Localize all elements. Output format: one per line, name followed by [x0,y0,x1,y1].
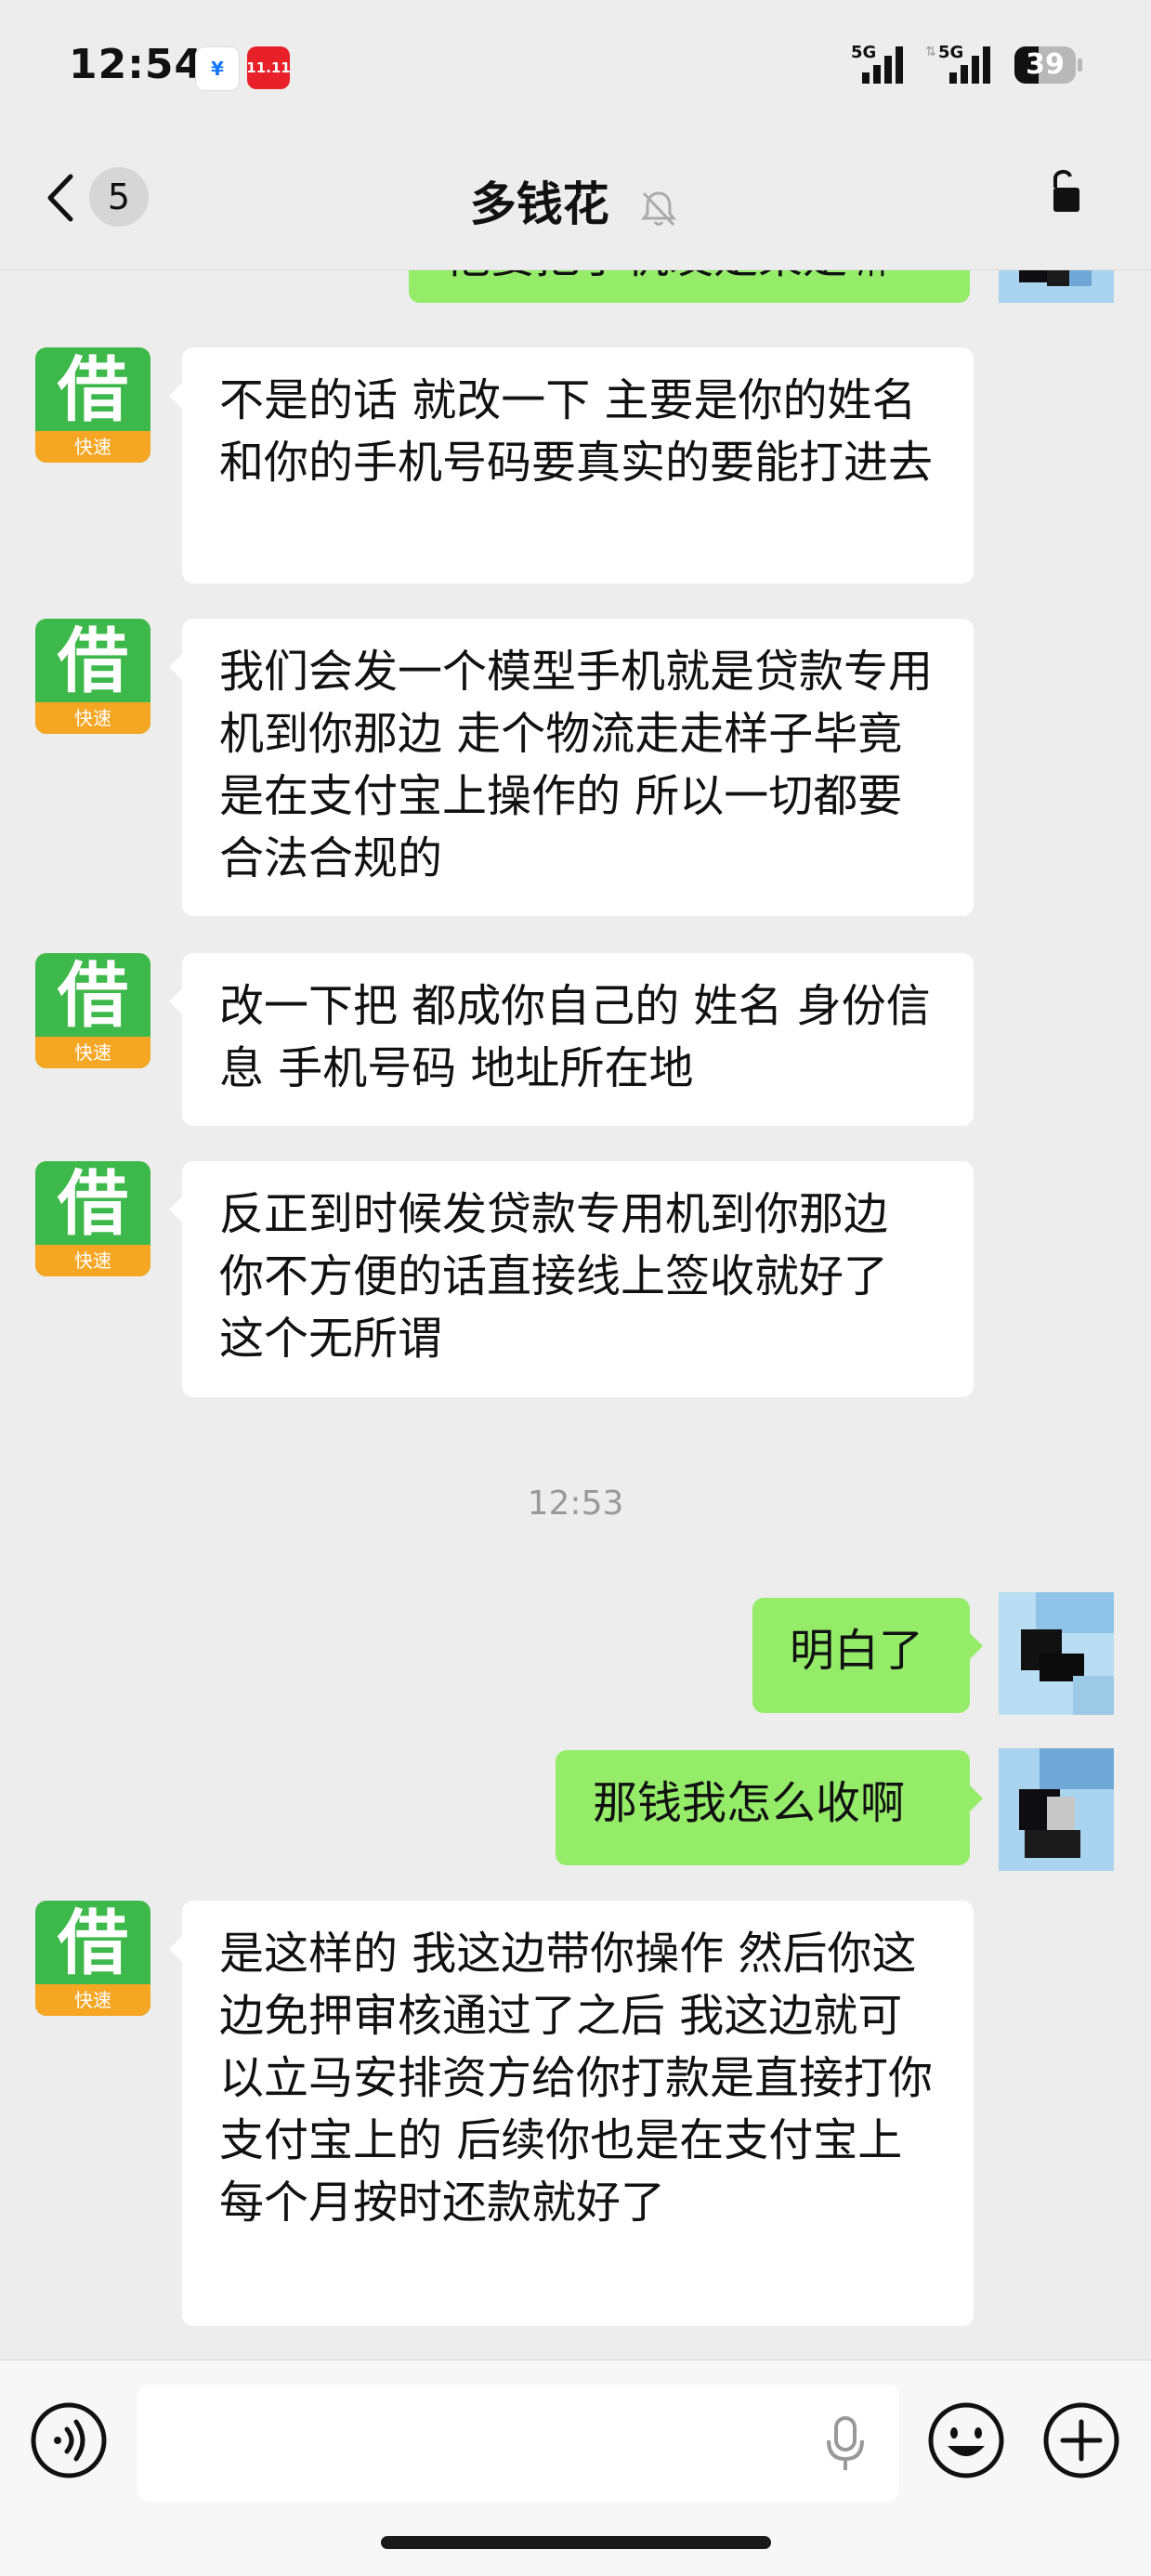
contact-avatar[interactable]: 借 快速 [35,347,150,463]
emoji-icon [928,2402,1004,2478]
contact-avatar[interactable]: 借 快速 [35,1901,150,2016]
alipay-notification-icon: ¥ [195,46,240,91]
message-bubble-outgoing[interactable]: 那钱我怎么收啊 [556,1750,983,1865]
message-bubble-incoming[interactable]: 反正到时候发贷款专用机到你那边 你不方便的话直接线上签收就好了 这个无所谓 [169,1161,974,1397]
contact-avatar[interactable]: 借 快速 [35,1161,150,1276]
bell-slash-icon [641,190,677,226]
contact-avatar[interactable]: 借 快速 [35,953,150,1068]
chat-title: 多钱花 [469,177,609,231]
my-avatar[interactable] [999,1748,1114,1871]
message-bubble-incoming[interactable]: 我们会发一个模型手机就是贷款专用机到你那边 走个物流走走样子毕竟是在支付宝上操作… [169,619,974,916]
signal-icon: ⇅ 5G [925,43,996,85]
message-list[interactable]: 他要把手机发是某是嘛 借 快速 不是的话 就改一下 主要是你的姓名 和你的手机号… [0,269,1151,2360]
message-bubble-incoming[interactable]: 是这样的 我这边带你操作 然后你这边免押审核通过了之后 我这边就可以立马安排资方… [169,1901,974,2326]
message-bubble-outgoing[interactable]: 他要把手机发是某是嘛 [409,269,970,303]
message-timestamp: 12:53 [527,1484,624,1523]
home-indicator[interactable] [381,2536,771,2549]
more-options-button[interactable] [1040,165,1105,230]
my-avatar[interactable] [999,1592,1114,1715]
lock-open-icon [1053,170,1079,212]
battery-icon: 39 [1014,46,1083,84]
signal-icon: 5G [851,43,909,85]
message-bubble-incoming[interactable]: 改一下把 都成你自己的 姓名 身份信息 手机号码 地址所在地 [169,953,974,1126]
microphone-button[interactable] [817,2413,873,2478]
status-time: 12:54 [69,41,204,88]
message-input[interactable] [137,2385,899,2502]
emoji-button[interactable] [925,2399,1007,2481]
add-attachment-button[interactable] [1040,2399,1122,2481]
microphone-icon [827,2416,864,2470]
voice-toggle-button[interactable] [28,2399,110,2481]
plus-icon [1043,2402,1119,2478]
shopping-notification-icon: 11.11 [246,46,291,89]
message-bubble-incoming[interactable]: 不是的话 就改一下 主要是你的姓名 和你的手机号码要真实的要能打进去 [169,347,974,583]
chat-header: 5 多钱花 [0,139,1151,270]
voice-icon [31,2402,107,2478]
status-bar: 12:54 ¥ 11.11 5G ⇅ 5G 39 [0,0,1151,139]
message-bubble-outgoing[interactable]: 明白了 [752,1598,983,1713]
my-avatar[interactable] [999,269,1114,303]
contact-avatar[interactable]: 借 快速 [35,619,150,734]
